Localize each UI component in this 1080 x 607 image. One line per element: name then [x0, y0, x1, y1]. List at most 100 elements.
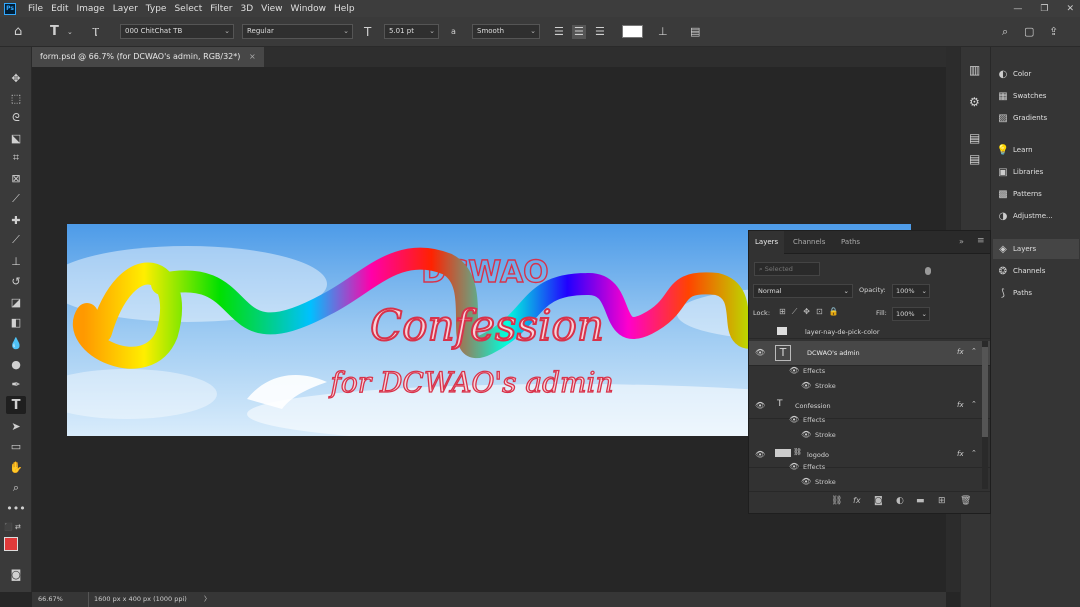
- crop-tool-icon[interactable]: ⌗: [6, 149, 26, 167]
- panel-menu-icon[interactable]: ≡: [977, 236, 985, 246]
- text-color-swatch[interactable]: [622, 25, 643, 38]
- panel-color[interactable]: ◐ Color: [993, 64, 1079, 84]
- panel-channels[interactable]: ❂ Channels: [993, 261, 1079, 281]
- eye-icon[interactable]: 👁: [801, 430, 811, 439]
- layer-filter-input[interactable]: ⌕ Selected: [754, 262, 820, 276]
- menu-window[interactable]: Window: [287, 4, 331, 14]
- eye-icon[interactable]: 👁: [755, 401, 765, 410]
- panel-layers[interactable]: ◈ Layers: [993, 239, 1079, 259]
- clone-stamp-tool-icon[interactable]: ⊥: [6, 252, 26, 270]
- share-icon[interactable]: ⇪: [1049, 25, 1058, 39]
- effects-row[interactable]: 👁 Effects: [749, 460, 974, 475]
- panel-learn[interactable]: 💡 Learn: [993, 140, 1079, 160]
- eye-icon[interactable]: 👁: [789, 462, 799, 471]
- align-right-icon[interactable]: ☰: [595, 25, 605, 39]
- chevron-up-icon[interactable]: ⌃: [971, 449, 977, 457]
- chevron-down-icon[interactable]: ⌄: [67, 25, 73, 39]
- font-family-select[interactable]: 000 ChitChat TB ⌄: [120, 24, 234, 39]
- character-panel-icon[interactable]: ▤: [969, 152, 980, 166]
- chevron-up-icon[interactable]: ⌃: [971, 400, 977, 408]
- tab-paths[interactable]: Paths: [835, 231, 866, 254]
- panel-libraries[interactable]: ▣ Libraries: [993, 162, 1079, 182]
- gradient-tool-icon[interactable]: ◧: [6, 313, 26, 331]
- foreground-color[interactable]: [4, 537, 18, 551]
- blend-mode-select[interactable]: Normal ⌄: [753, 284, 853, 298]
- healing-brush-tool-icon[interactable]: ✚: [6, 211, 26, 229]
- swap-colors-icon[interactable]: ⬛ ⇄: [4, 523, 21, 531]
- frame-tool-icon[interactable]: ⊠: [6, 169, 26, 187]
- search-icon[interactable]: ⌕: [1002, 25, 1008, 39]
- effect-row[interactable]: 👁 Stroke: [749, 428, 974, 443]
- history-panel-icon[interactable]: ▥: [969, 63, 980, 77]
- panel-swatches[interactable]: ▦ Swatches: [993, 86, 1079, 106]
- eye-icon[interactable]: 👁: [801, 477, 811, 486]
- document-tab[interactable]: form.psd @ 66.7% (for DCWAO's admin, RGB…: [32, 47, 264, 67]
- move-tool-icon[interactable]: ✥: [6, 69, 26, 87]
- lasso-tool-icon[interactable]: ᘓ: [6, 109, 26, 127]
- menu-edit[interactable]: Edit: [47, 4, 72, 14]
- layer-row[interactable]: layer-nay-de-pick-color: [749, 325, 990, 339]
- effect-row[interactable]: 👁 Stroke: [749, 379, 974, 394]
- status-menu-arrow[interactable]: 〉: [204, 592, 211, 607]
- text-orientation-icon[interactable]: Ⲧ: [92, 25, 99, 39]
- menu-view[interactable]: View: [257, 4, 286, 14]
- eraser-tool-icon[interactable]: ◪: [6, 293, 26, 311]
- panel-paths[interactable]: ⟆ Paths: [993, 283, 1079, 303]
- new-group-icon[interactable]: ▬: [916, 496, 925, 506]
- menu-3d[interactable]: 3D: [237, 4, 258, 14]
- align-left-icon[interactable]: ☰: [554, 25, 564, 39]
- marquee-tool-icon[interactable]: ⬚: [6, 89, 26, 107]
- menu-help[interactable]: Help: [330, 4, 359, 14]
- tab-layers[interactable]: Layers: [749, 231, 785, 254]
- add-style-icon[interactable]: fx: [853, 496, 861, 505]
- properties-panel-icon[interactable]: ⚙: [969, 95, 980, 109]
- chevron-up-icon[interactable]: ⌃: [971, 347, 977, 355]
- history-brush-tool-icon[interactable]: ↺: [6, 272, 26, 290]
- character-panel-icon[interactable]: ▤: [690, 25, 700, 39]
- home-icon[interactable]: ⌂: [14, 25, 22, 39]
- workspace-icon[interactable]: ▢: [1024, 25, 1034, 39]
- menu-file[interactable]: File: [24, 4, 47, 14]
- panel-patterns[interactable]: ▩ Patterns: [993, 184, 1079, 204]
- effect-row[interactable]: 👁 Stroke: [749, 475, 974, 490]
- zoom-level[interactable]: 66.67%: [38, 592, 63, 607]
- fx-icon[interactable]: fx: [957, 450, 964, 458]
- text-tool-icon[interactable]: T: [50, 25, 59, 39]
- link-layers-icon[interactable]: ⛓: [831, 496, 842, 506]
- font-size-select[interactable]: 5.01 pt ⌄: [384, 24, 439, 39]
- quick-select-tool-icon[interactable]: ⬕: [6, 129, 26, 147]
- delete-layer-icon[interactable]: 🗑: [960, 496, 971, 506]
- tab-channels[interactable]: Channels: [787, 231, 831, 254]
- brush-tool-icon[interactable]: ⟋: [6, 231, 26, 249]
- minimize-icon[interactable]: —: [1013, 4, 1022, 14]
- rectangle-tool-icon[interactable]: ▭: [6, 437, 26, 455]
- zoom-tool-icon[interactable]: ⌕: [6, 479, 26, 497]
- restore-icon[interactable]: ❐: [1040, 4, 1048, 14]
- more-tools-icon[interactable]: •••: [6, 499, 26, 517]
- adjustment-layer-icon[interactable]: ◐: [896, 496, 904, 506]
- quick-mask-icon[interactable]: ◙: [6, 565, 26, 583]
- paragraph-panel-icon[interactable]: ▤: [969, 131, 980, 145]
- panel-gradients[interactable]: ▨ Gradients: [993, 108, 1079, 128]
- scrollbar-thumb[interactable]: [982, 347, 988, 437]
- blur-tool-icon[interactable]: 💧: [6, 334, 26, 352]
- close-tab-icon[interactable]: ×: [249, 52, 256, 61]
- fill-input[interactable]: 100% ⌄: [892, 307, 930, 321]
- menu-image[interactable]: Image: [73, 4, 109, 14]
- pen-tool-icon[interactable]: ✒: [6, 375, 26, 393]
- hand-tool-icon[interactable]: ✋: [6, 458, 26, 476]
- panel-adjustments[interactable]: ◑ Adjustme...: [993, 206, 1079, 226]
- menu-type[interactable]: Type: [142, 4, 171, 14]
- eye-icon[interactable]: 👁: [755, 348, 765, 357]
- warp-text-icon[interactable]: ⊥: [658, 25, 668, 39]
- effects-row[interactable]: 👁 Effects: [749, 413, 974, 428]
- dodge-tool-icon[interactable]: ●: [6, 355, 26, 373]
- fx-icon[interactable]: fx: [957, 401, 964, 409]
- eye-icon[interactable]: 👁: [755, 450, 765, 459]
- eye-icon[interactable]: 👁: [789, 366, 799, 375]
- filter-toggle[interactable]: [925, 267, 931, 275]
- menu-layer[interactable]: Layer: [109, 4, 142, 14]
- eye-icon[interactable]: 👁: [801, 381, 811, 390]
- eye-icon[interactable]: 👁: [789, 415, 799, 424]
- antialias-select[interactable]: Smooth ⌄: [472, 24, 540, 39]
